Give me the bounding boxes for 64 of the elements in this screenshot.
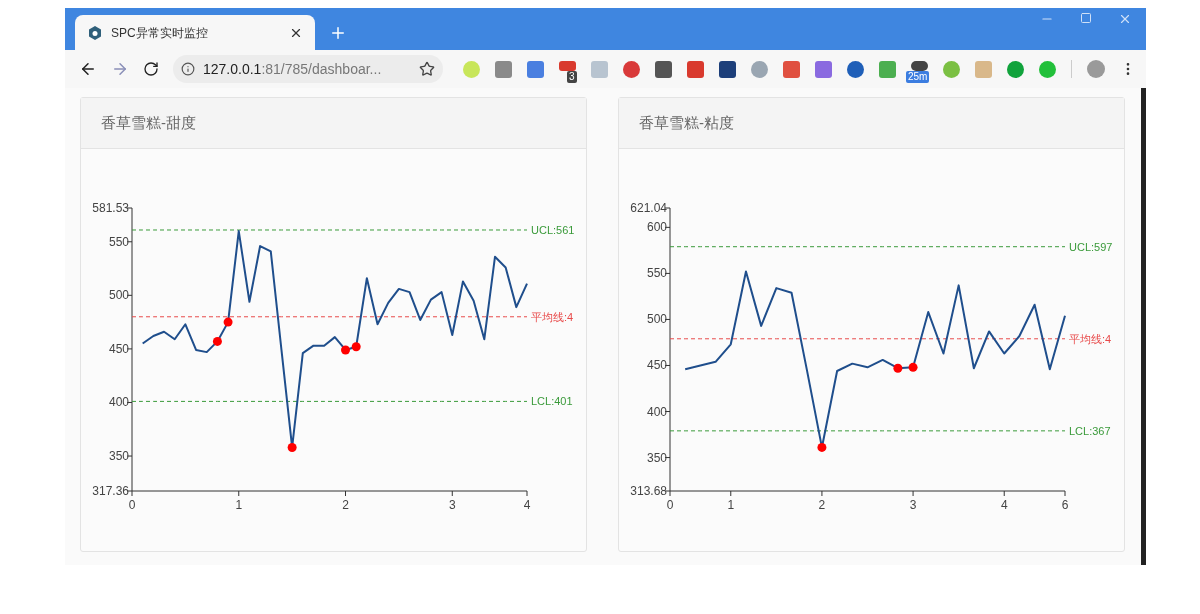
outlier-point (908, 362, 918, 372)
hexagon-logo-icon (87, 24, 103, 41)
info-icon (181, 62, 195, 76)
outlier-point (287, 442, 297, 452)
outlier-point (212, 336, 222, 346)
y-tick-label: 400 (646, 404, 667, 419)
outlier-point (817, 442, 827, 452)
x-tick-label: 1 (727, 498, 735, 512)
y-tick-label: 621.04 (630, 201, 667, 215)
x-tick-label: 3 (448, 498, 456, 512)
extension-badge: 3 (567, 70, 577, 83)
outlier-point (223, 317, 233, 327)
y-tick-label: 550 (646, 266, 667, 281)
y-tick-label: 350 (646, 450, 667, 465)
outlier-point (341, 345, 350, 355)
bookmark-star-icon[interactable] (419, 61, 435, 77)
card-title: 香草雪糕-甜度 (101, 112, 196, 133)
x-tick-label: 0 (666, 498, 674, 512)
control-limit-label: UCL:597 (1069, 240, 1113, 253)
y-tick-label: 350 (108, 449, 129, 464)
y-tick-label: 500 (646, 312, 667, 327)
extension-icon[interactable] (847, 60, 864, 78)
x-tick-label: 4 (1000, 498, 1008, 512)
y-tick-label: 317.36 (92, 484, 129, 498)
x-tick-label: 0 (128, 498, 136, 512)
outlier-point (893, 363, 903, 373)
reload-icon[interactable] (143, 61, 159, 77)
extension-icon[interactable] (655, 60, 672, 78)
x-tick-label: 2 (342, 498, 349, 512)
x-tick-label: 6 (1061, 498, 1069, 512)
extension-icon[interactable] (687, 60, 704, 78)
address-bar[interactable]: 127.0.0.1:81/785/dashboar... (173, 55, 443, 83)
x-tick-label: 4 (523, 498, 531, 512)
tab-title: SPC异常实时监控 (111, 24, 209, 42)
y-tick-label: 400 (108, 395, 129, 410)
extension-badge: 25m (906, 70, 930, 83)
control-limit-label: 平均线:4 (531, 310, 574, 323)
x-tick-label: 1 (235, 498, 243, 512)
y-tick-label: 600 (646, 220, 667, 235)
y-tick-label: 450 (646, 358, 667, 373)
extension-icon[interactable] (719, 60, 736, 78)
y-tick-label: 313.68 (630, 484, 667, 498)
back-icon[interactable] (79, 60, 97, 78)
card-title: 香草雪糕-粘度 (639, 112, 734, 133)
forward-icon[interactable] (111, 60, 129, 78)
profile-avatar-icon[interactable] (1087, 60, 1105, 78)
extension-icon[interactable] (911, 60, 928, 71)
y-tick-label: 581.53 (92, 201, 129, 215)
y-tick-label: 550 (108, 234, 129, 249)
control-limit-label: 平均线:4 (1069, 332, 1112, 345)
outlier-point (351, 342, 361, 352)
control-limit-label: UCL:561 (531, 224, 575, 236)
control-limit-label: LCL:367 (1069, 424, 1111, 437)
extension-icon[interactable] (623, 60, 640, 78)
y-tick-label: 500 (108, 288, 129, 303)
x-tick-label: 2 (818, 498, 826, 512)
new-tab-icon[interactable] (329, 24, 347, 42)
maximize-icon[interactable] (1080, 12, 1092, 24)
browser-tab[interactable]: SPC异常实时监控 (75, 15, 315, 50)
control-limit-label: LCL:401 (531, 395, 573, 408)
extension-icon[interactable] (559, 60, 576, 71)
url-text: 127.0.0.1:81/785/dashboar... (203, 59, 382, 79)
x-tick-label: 3 (909, 498, 917, 512)
y-tick-label: 450 (108, 341, 129, 356)
